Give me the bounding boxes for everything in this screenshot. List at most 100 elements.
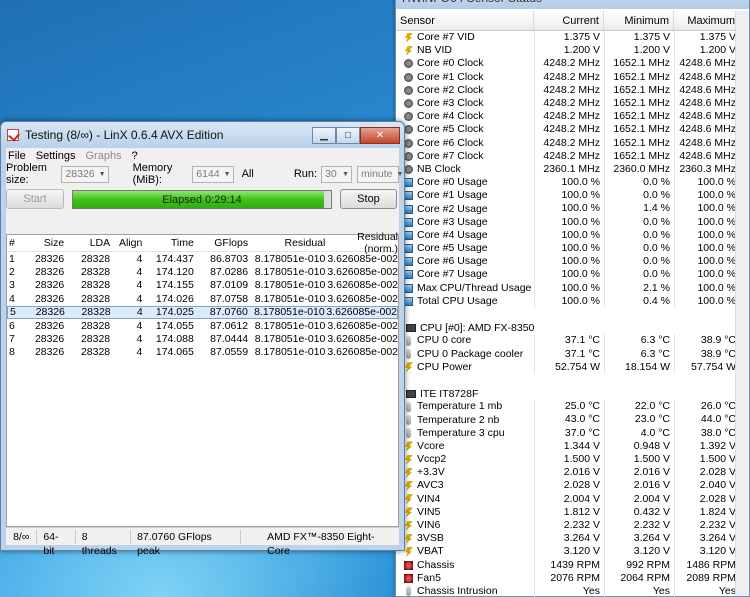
close-button[interactable]: ✕ xyxy=(360,126,400,144)
sensor-row[interactable]: Core #4 Usage 100.0 % 0.0 % 100.0 % xyxy=(396,228,749,242)
sensor-name: Core #3 Clock xyxy=(417,97,484,110)
header-index[interactable]: # xyxy=(7,237,27,249)
menu-help[interactable]: ? xyxy=(132,150,138,162)
sensor-row[interactable]: VIN4 2.004 V 2.004 V 2.028 V xyxy=(396,492,749,506)
sensor-row[interactable]: Core #0 Clock 4248.2 MHz 1652.1 MHz 4248.6 … xyxy=(396,57,749,71)
hwinfo-sensor-window[interactable]: HWiNFO64 Sensor Status Sensor Current Mi… xyxy=(395,0,750,597)
sensor-row[interactable]: 3VSB 3.264 V 3.264 V 3.264 V xyxy=(396,532,749,546)
stop-button[interactable]: Stop xyxy=(340,189,397,209)
sensor-current: 4248.2 MHz xyxy=(534,57,604,71)
sensor-group-header[interactable]: ITE IT8728F xyxy=(396,387,749,400)
cell-residual: 8.178051e-010 xyxy=(254,333,326,346)
sensor-name: Core #7 Usage xyxy=(417,268,488,281)
sensor-row[interactable]: VIN5 1.812 V 0.432 V 1.824 V xyxy=(396,505,749,519)
cell-size: 28326 xyxy=(34,333,65,346)
sensor-row[interactable]: Temperature 2 nb 43.0 °C 23.0 °C 44.0 °C xyxy=(396,413,749,427)
table-row[interactable]: 8 28326 28328 4 174.065 87.0559 8.178051e-010 3… xyxy=(7,346,398,359)
sensor-row[interactable]: Core #6 Usage 100.0 % 0.0 % 100.0 % xyxy=(396,255,749,269)
sensor-row[interactable]: Core #5 Clock 4248.2 MHz 1652.1 MHz 4248.6 … xyxy=(396,123,749,137)
sensor-row[interactable]: Chassis Intrusion Yes Yes Yes xyxy=(396,584,749,597)
linx-titlebar[interactable]: Testing (8/∞) - LinX 0.6.4 AVX Edition ▁… xyxy=(1,122,404,148)
run-combo[interactable]: 30 ▼ xyxy=(321,165,352,183)
cell-align: 4 xyxy=(136,292,143,305)
all-label[interactable]: All xyxy=(242,168,254,180)
table-row[interactable]: 6 28326 28328 4 174.055 87.0612 8.178051e-010 3… xyxy=(7,319,398,332)
sensor-row[interactable]: CPU 0 core 37.1 °C 6.3 °C 38.9 °C xyxy=(396,334,749,348)
menu-file[interactable]: File xyxy=(8,150,26,162)
table-row[interactable]: 2 28326 28328 4 174.120 87.0286 8.178051e-010 3… xyxy=(7,265,398,278)
sensor-row[interactable]: Temperature 3 cpu 37.0 °C 4.0 °C 38.0 °C xyxy=(396,426,749,440)
header-residual-norm[interactable]: Residual (norm.) xyxy=(325,231,398,255)
sensor-name: Core #3 Usage xyxy=(417,215,488,228)
header-lda[interactable]: LDA xyxy=(64,237,110,249)
sensor-row[interactable]: Core #0 Usage 100.0 % 0.0 % 100.0 % xyxy=(396,176,749,190)
column-maximum[interactable]: Maximum xyxy=(674,11,740,30)
sensor-row[interactable]: Vcore 1.344 V 0.948 V 1.392 V xyxy=(396,439,749,453)
sensor-row[interactable]: Chassis 1439 RPM 992 RPM 1486 RPM xyxy=(396,558,749,572)
sensor-row[interactable]: Core #6 Clock 4248.2 MHz 1652.1 MHz 4248.6 … xyxy=(396,136,749,150)
sensor-row[interactable]: Core #2 Clock 4248.2 MHz 1652.1 MHz 4248.6 … xyxy=(396,83,749,97)
linx-window[interactable]: Testing (8/∞) - LinX 0.6.4 AVX Edition ▁… xyxy=(0,121,405,557)
sensor-row[interactable]: Vccp2 1.500 V 1.500 V 1.500 V xyxy=(396,453,749,467)
menu-settings[interactable]: Settings xyxy=(36,150,76,162)
column-sensor[interactable]: Sensor xyxy=(396,11,534,30)
sensor-row[interactable]: CPU 0 Package cooler 37.1 °C 6.3 °C 38.9 °C xyxy=(396,347,749,361)
cell-gflops: 86.8703 xyxy=(210,252,249,265)
sensor-name-cell: VIN5 xyxy=(396,506,534,519)
sensor-row[interactable]: NB Clock 2360.1 MHz 2360.0 MHz 2360.3 MHz xyxy=(396,162,749,177)
column-current[interactable]: Current xyxy=(534,11,604,30)
sensor-row[interactable]: Total CPU Usage 100.0 % 0.4 % 100.0 % xyxy=(396,294,749,308)
header-residual[interactable]: Residual xyxy=(248,237,325,249)
sensor-name: Core #1 Usage xyxy=(417,189,488,202)
header-time[interactable]: Time xyxy=(142,237,194,249)
memory-combo[interactable]: 6144 ▼ xyxy=(192,165,234,183)
header-gflops[interactable]: GFlops xyxy=(194,237,248,249)
sensor-row[interactable]: Core #1 Clock 4248.2 MHz 1652.1 MHz 4248.6 … xyxy=(396,70,749,84)
sensor-row[interactable]: Core #2 Usage 100.0 % 1.4 % 100.0 % xyxy=(396,202,749,216)
run-unit-combo[interactable]: minute ▼ xyxy=(357,165,403,183)
sensor-row[interactable]: Core #1 Usage 100.0 % 0.0 % 100.0 % xyxy=(396,189,749,203)
sensor-row[interactable]: +3.3V 2.016 V 2.016 V 2.028 V xyxy=(396,466,749,480)
sensor-row[interactable]: Core #7 Usage 100.0 % 0.0 % 100.0 % xyxy=(396,268,749,282)
sensor-row[interactable]: VBAT 3.120 V 3.120 V 3.120 V xyxy=(396,545,749,559)
sensor-minimum: 1.200 V xyxy=(604,44,674,58)
hwinfo-scrollbar[interactable] xyxy=(735,11,749,596)
cell-lda: 28328 xyxy=(80,279,111,292)
table-row[interactable]: 3 28326 28328 4 174.155 87.0109 8.178051e-010 3… xyxy=(7,279,398,292)
sensor-row[interactable]: VIN6 2.232 V 2.232 V 2.232 V xyxy=(396,518,749,533)
header-align[interactable]: Align xyxy=(110,237,142,249)
column-minimum[interactable]: Minimum xyxy=(604,11,674,30)
sensor-name-cell: Chassis xyxy=(396,559,534,572)
sensor-row[interactable]: Core #7 Clock 4248.2 MHz 1652.1 MHz 4248.6 … xyxy=(396,149,749,163)
table-row[interactable]: 1 28326 28328 4 174.437 86.8703 8.178051e-010 3… xyxy=(7,252,398,265)
start-button[interactable]: Start xyxy=(6,189,64,209)
sensor-row[interactable]: Fan5 2076 RPM 2064 RPM 2089 RPM xyxy=(396,571,749,585)
minimize-button[interactable]: ▁ xyxy=(312,126,336,144)
sensor-row[interactable]: Core #5 Usage 100.0 % 0.0 % 100.0 % xyxy=(396,242,749,256)
sensor-minimum: 1652.1 MHz xyxy=(604,83,674,97)
sensor-row[interactable]: Core #3 Clock 4248.2 MHz 1652.1 MHz 4248.6 … xyxy=(396,96,749,111)
linx-title: Testing (8/∞) - LinX 0.6.4 AVX Edition xyxy=(25,128,224,142)
header-size[interactable]: Size xyxy=(27,237,64,249)
sensor-row[interactable]: Core #3 Usage 100.0 % 0.0 % 100.0 % xyxy=(396,215,749,229)
sensor-row[interactable]: CPU Power 52.754 W 18.154 W 57.754 W xyxy=(396,360,749,374)
sensor-maximum: 3.264 V xyxy=(674,532,740,546)
sensor-row[interactable]: AVC3 2.028 V 2.016 V 2.040 V xyxy=(396,479,749,493)
table-row[interactable]: 7 28326 28328 4 174.088 87.0444 8.178051e-010 3… xyxy=(7,332,398,345)
sensor-minimum: 1652.1 MHz xyxy=(604,123,674,137)
cell-align: 4 xyxy=(136,252,143,265)
maximize-button[interactable]: □ xyxy=(336,126,360,144)
sensor-row[interactable]: Temperature 1 mb 25.0 °C 22.0 °C 26.0 °C xyxy=(396,400,749,414)
table-row[interactable]: 5 28326 28328 4 174.025 87.0760 8.178051e-010 3… xyxy=(7,305,398,319)
sensor-row[interactable]: Core #4 Clock 4248.2 MHz 1652.1 MHz 4248.6 … xyxy=(396,110,749,124)
sensor-row[interactable]: Core #7 VID 1.375 V 1.375 V 1.375 V xyxy=(396,31,749,45)
sensor-row[interactable]: NB VID 1.200 V 1.200 V 1.200 V xyxy=(396,44,749,58)
sensor-name: Core #6 Clock xyxy=(417,136,484,149)
menu-graphs[interactable]: Graphs xyxy=(85,150,121,162)
table-row[interactable]: 4 28326 28328 4 174.026 87.0758 8.178051e-010 3… xyxy=(7,292,398,305)
sensor-name: NB VID xyxy=(417,44,453,57)
problem-size-combo[interactable]: 28326 ▼ xyxy=(61,165,109,183)
sensor-minimum: 6.3 °C xyxy=(604,334,674,348)
sensor-row[interactable]: Max CPU/Thread Usage 100.0 % 2.1 % 100.0 % xyxy=(396,281,749,295)
sensor-group-header[interactable]: CPU [#0]: AMD FX-8350 xyxy=(396,321,749,334)
